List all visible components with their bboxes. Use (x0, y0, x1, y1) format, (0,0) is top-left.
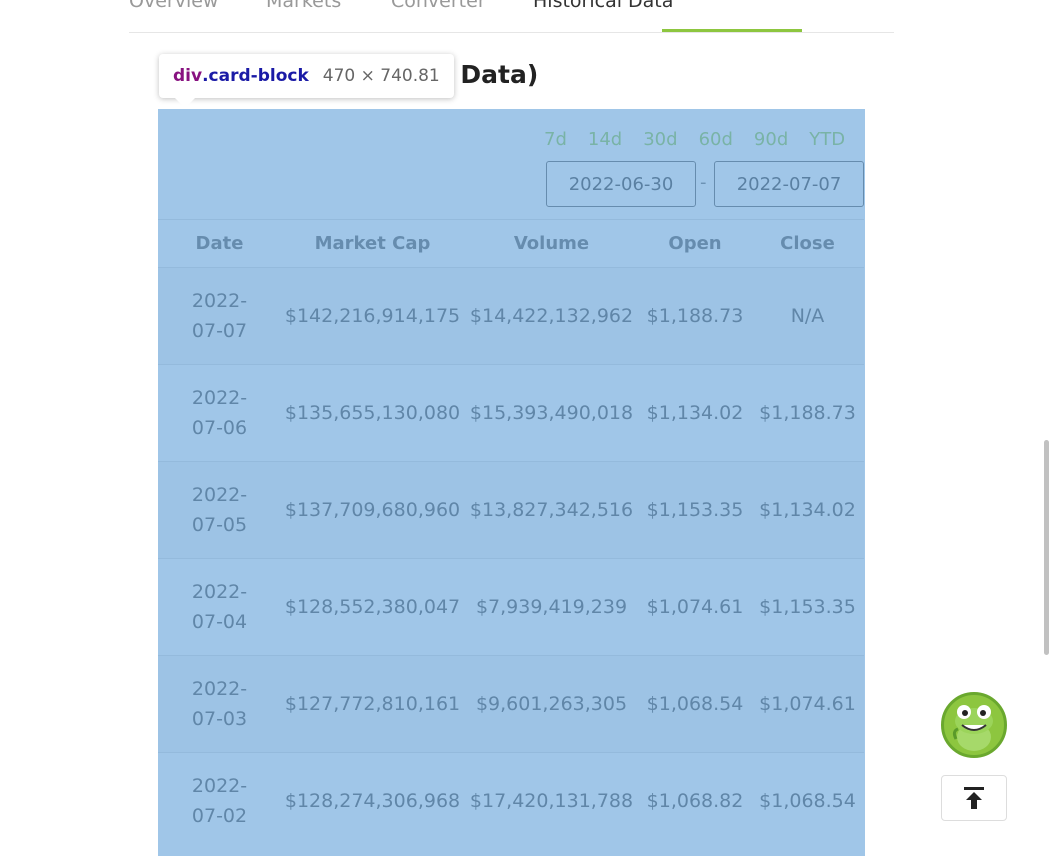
date-part: 2022- (191, 581, 248, 603)
active-tab-indicator (662, 29, 802, 32)
date-from-input[interactable] (546, 161, 696, 207)
tab-historical-data[interactable]: Historical Data (533, 0, 673, 12)
cell-market-cap: $142,216,914,175 (281, 267, 464, 365)
tooltip-tag: div (173, 66, 203, 86)
range-30d[interactable]: 30d (643, 129, 677, 150)
cell-volume: $9,601,263,305 (464, 655, 639, 753)
cell-date: 2022- 07-06 (158, 364, 281, 462)
header-date: Date (158, 219, 281, 268)
cell-date: 2022- 07-05 (158, 461, 281, 559)
cell-market-cap: $127,772,810,161 (281, 655, 464, 753)
date-part: 07-02 (191, 805, 248, 828)
table-row: 2022- 07-04 $128,552,380,047 $7,939,419,2… (158, 558, 864, 656)
cell-volume: $14,422,132,962 (464, 267, 639, 365)
cell-open: $1,188.73 (639, 267, 751, 365)
cell-date: 2022- 07-02 (158, 752, 281, 850)
date-part: 2022- (191, 387, 248, 409)
cell-date: 2022- 07-04 (158, 558, 281, 656)
header-open: Open (639, 219, 751, 268)
table-row: 2022- 07-07 $142,216,914,175 $14,422,132,… (158, 267, 864, 365)
range-selector: 7d 14d 30d 60d 90d YTD 1y (544, 129, 864, 150)
gecko-mascot-button[interactable] (941, 692, 1007, 758)
cell-market-cap: $135,655,130,080 (281, 364, 464, 462)
header-close: Close (751, 219, 864, 268)
range-60d[interactable]: 60d (699, 129, 733, 150)
cell-open: $1,068.82 (639, 752, 751, 850)
cell-close: $1,068.54 (751, 752, 864, 850)
date-part: 2022- (191, 678, 248, 700)
arrow-up-icon (964, 787, 984, 809)
header-volume: Volume (464, 219, 639, 268)
date-part: 07-07 (191, 320, 248, 342)
tab-converter[interactable]: Converter (391, 0, 486, 12)
date-part: 07-06 (191, 417, 248, 439)
header-market-cap: Market Cap (281, 219, 464, 268)
tooltip-size: 470 × 740.81 (322, 66, 440, 86)
cell-close: N/A (751, 267, 864, 365)
tooltip-arrow (174, 97, 196, 108)
cell-volume: $7,939,419,239 (464, 558, 639, 656)
cell-date: 2022- 07-03 (158, 655, 281, 753)
tab-bar: Overview Markets Converter Historical Da… (129, 0, 894, 33)
table-row: 2022- 07-02 $128,274,306,968 $17,420,131,… (158, 752, 864, 850)
cell-close: $1,153.35 (751, 558, 864, 656)
card-block: 7d 14d 30d 60d 90d YTD 1y - Date Market … (158, 109, 864, 856)
cell-open: $1,074.61 (639, 558, 751, 656)
cell-volume: $13,827,342,516 (464, 461, 639, 559)
tab-markets[interactable]: Markets (266, 0, 341, 12)
table-header-row: Date Market Cap Volume Open Close (158, 219, 864, 268)
cell-close: $1,134.02 (751, 461, 864, 559)
date-part: 07-03 (191, 708, 248, 730)
cell-volume: $17,420,131,788 (464, 752, 639, 850)
table-row: 2022- 07-03 $127,772,810,161 $9,601,263,3… (158, 655, 864, 753)
historical-data-table: Date Market Cap Volume Open Close 2022- 0… (158, 219, 864, 850)
cell-open: $1,134.02 (639, 364, 751, 462)
scroll-to-top-button[interactable] (941, 775, 1007, 821)
date-to-input[interactable] (714, 161, 864, 207)
table-row: 2022- 07-05 $137,709,680,960 $13,827,342,… (158, 461, 864, 559)
cell-open: $1,153.35 (639, 461, 751, 559)
date-separator: - (700, 172, 707, 193)
date-part: 07-04 (191, 611, 248, 633)
tab-overview[interactable]: Overview (129, 0, 218, 12)
range-90d[interactable]: 90d (754, 129, 788, 150)
date-part: 07-05 (191, 514, 248, 536)
cell-open: $1,068.54 (639, 655, 751, 753)
range-14d[interactable]: 14d (588, 129, 622, 150)
cell-market-cap: $137,709,680,960 (281, 461, 464, 559)
range-ytd[interactable]: YTD (809, 129, 845, 150)
range-7d[interactable]: 7d (544, 129, 567, 150)
cell-close: $1,074.61 (751, 655, 864, 753)
date-part: 2022- (191, 290, 248, 312)
date-part: 2022- (191, 484, 248, 506)
scrollbar-thumb[interactable] (1044, 440, 1049, 655)
cell-volume: $15,393,490,018 (464, 364, 639, 462)
cell-market-cap: $128,274,306,968 (281, 752, 464, 850)
cell-market-cap: $128,552,380,047 (281, 558, 464, 656)
cell-close: $1,188.73 (751, 364, 864, 462)
cell-date: 2022- 07-07 (158, 267, 281, 365)
gecko-icon (952, 705, 993, 751)
devtools-element-tooltip: div .card-block 470 × 740.81 (159, 54, 454, 98)
tooltip-class: .card-block (202, 66, 309, 86)
table-row: 2022- 07-06 $135,655,130,080 $15,393,490,… (158, 364, 864, 462)
date-part: 2022- (191, 775, 248, 798)
